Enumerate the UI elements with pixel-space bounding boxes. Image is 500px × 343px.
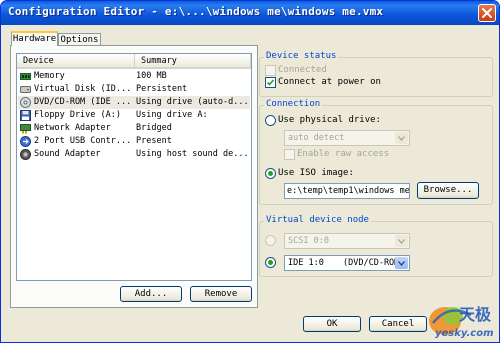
- connected-label: Connected: [278, 65, 327, 75]
- chevron-down-icon: [398, 136, 405, 141]
- scsi-node-value: SCSI 0:0: [288, 236, 329, 246]
- usb-icon: [20, 136, 31, 147]
- device-name: Memory: [34, 71, 65, 81]
- tab-options-label: Options: [60, 35, 99, 45]
- sound-icon: [20, 149, 31, 160]
- ok-button[interactable]: OK: [303, 316, 361, 332]
- cancel-button[interactable]: Cancel: [369, 316, 427, 332]
- close-button[interactable]: [478, 4, 496, 22]
- column-header-device-label: Device: [23, 56, 54, 66]
- iso-path-value: e:\temp\temp1\windows me\: [287, 186, 410, 196]
- device-summary: Using drive (auto-d...: [136, 97, 249, 107]
- network-icon: [20, 124, 31, 134]
- memory-icon: [20, 73, 31, 80]
- device-row-floppy[interactable]: Floppy Drive (A:) Using drive A:: [18, 109, 250, 122]
- device-summary: Using drive A:: [136, 110, 208, 120]
- use-iso-image-label: Use ISO image:: [278, 168, 354, 178]
- enable-raw-access-label: Enable raw access: [297, 149, 390, 159]
- remove-button[interactable]: Remove: [190, 286, 252, 302]
- iso-path-input[interactable]: e:\temp\temp1\windows me\: [284, 183, 410, 199]
- device-name: Virtual Disk (ID...: [34, 84, 132, 94]
- scsi-node-select[interactable]: SCSI 0:0: [284, 233, 410, 249]
- device-summary: 100 MB: [136, 71, 167, 81]
- device-name: DVD/CD-ROM (IDE ...: [34, 97, 132, 107]
- device-row-virtual-disk[interactable]: Virtual Disk (ID... Persistent: [18, 83, 250, 96]
- remove-button-label: Remove: [204, 289, 238, 299]
- tab-hardware-label: Hardware: [12, 34, 57, 44]
- ide-radio[interactable]: [265, 257, 276, 268]
- enable-raw-access-checkbox[interactable]: [284, 149, 295, 160]
- floppy-icon: [20, 110, 31, 121]
- column-header-device[interactable]: Device: [17, 54, 135, 69]
- watermark-brand: 天极: [459, 305, 492, 324]
- device-summary: Persistent: [136, 84, 188, 94]
- watermark-text: yesky.com: [435, 328, 494, 339]
- tab-hardware[interactable]: Hardware: [11, 31, 58, 46]
- ide-node-value: IDE 1:0: [288, 258, 324, 268]
- use-physical-drive-radio[interactable]: [265, 115, 276, 126]
- add-button[interactable]: Add...: [120, 286, 182, 302]
- browse-button-label: Browse...: [423, 185, 473, 195]
- virtual-device-node-title: Virtual device node: [264, 215, 371, 225]
- radio-selected-dot: [268, 260, 273, 265]
- connect-at-power-on-label: Connect at power on: [278, 77, 381, 87]
- dropdown-button[interactable]: [395, 235, 408, 247]
- ok-button-label: OK: [326, 319, 338, 329]
- dropdown-button[interactable]: [395, 257, 408, 269]
- column-header-summary[interactable]: Summary: [135, 54, 251, 69]
- device-row-dvd-cd-rom[interactable]: DVD/CD-ROM (IDE ... Using drive (auto-d.…: [18, 96, 250, 109]
- radio-selected-dot: [268, 171, 273, 176]
- device-summary: Using host sound de...: [136, 149, 249, 159]
- device-name: 2 Port USB Contr...: [34, 136, 132, 146]
- device-name: Floppy Drive (A:): [34, 110, 121, 120]
- use-physical-drive-label: Use physical drive:: [278, 115, 381, 125]
- chevron-down-icon: [398, 239, 405, 244]
- close-icon: [482, 8, 492, 18]
- dropdown-button[interactable]: [395, 132, 408, 144]
- window-title: Configuration Editor - e:\...\windows me…: [8, 5, 384, 18]
- device-summary: Present: [136, 136, 172, 146]
- device-row-memory[interactable]: Memory 100 MB: [18, 70, 250, 83]
- column-header-summary-label: Summary: [141, 56, 177, 66]
- hard-disk-icon: [20, 86, 31, 93]
- use-iso-image-radio[interactable]: [265, 168, 276, 179]
- browse-button[interactable]: Browse...: [417, 182, 479, 199]
- device-name: Network Adapter: [34, 123, 111, 133]
- device-row-network-adapter[interactable]: Network Adapter Bridged: [18, 122, 250, 135]
- device-row-usb-controller[interactable]: 2 Port USB Contr... Present: [18, 135, 250, 148]
- device-status-title: Device status: [264, 51, 339, 61]
- connection-title: Connection: [264, 99, 323, 109]
- device-name: Sound Adapter: [34, 149, 101, 159]
- cancel-button-label: Cancel: [381, 319, 415, 329]
- physical-drive-select[interactable]: auto detect: [284, 130, 410, 146]
- connect-at-power-on-checkbox[interactable]: [265, 77, 276, 88]
- checkmark-icon: [266, 79, 275, 86]
- chevron-down-icon: [398, 261, 405, 266]
- connected-checkbox[interactable]: [265, 65, 276, 76]
- title-bar[interactable]: Configuration Editor - e:\...\windows me…: [1, 1, 499, 25]
- device-row-sound-adapter[interactable]: Sound Adapter Using host sound de...: [18, 148, 250, 161]
- configuration-editor-window: Configuration Editor - e:\...\windows me…: [0, 0, 500, 343]
- device-list[interactable]: Device Summary Memory 100 MB Virtual Dis…: [16, 53, 252, 281]
- yesky-watermark-logo: 天极 yesky.com: [425, 299, 499, 342]
- physical-drive-value: auto detect: [288, 133, 345, 143]
- scsi-radio[interactable]: [265, 235, 276, 246]
- add-button-label: Add...: [134, 289, 168, 299]
- device-summary: Bridged: [136, 123, 172, 133]
- ide-node-select[interactable]: IDE 1:0 (DVD/CD-ROM): [284, 255, 410, 271]
- cd-rom-icon: [20, 97, 31, 108]
